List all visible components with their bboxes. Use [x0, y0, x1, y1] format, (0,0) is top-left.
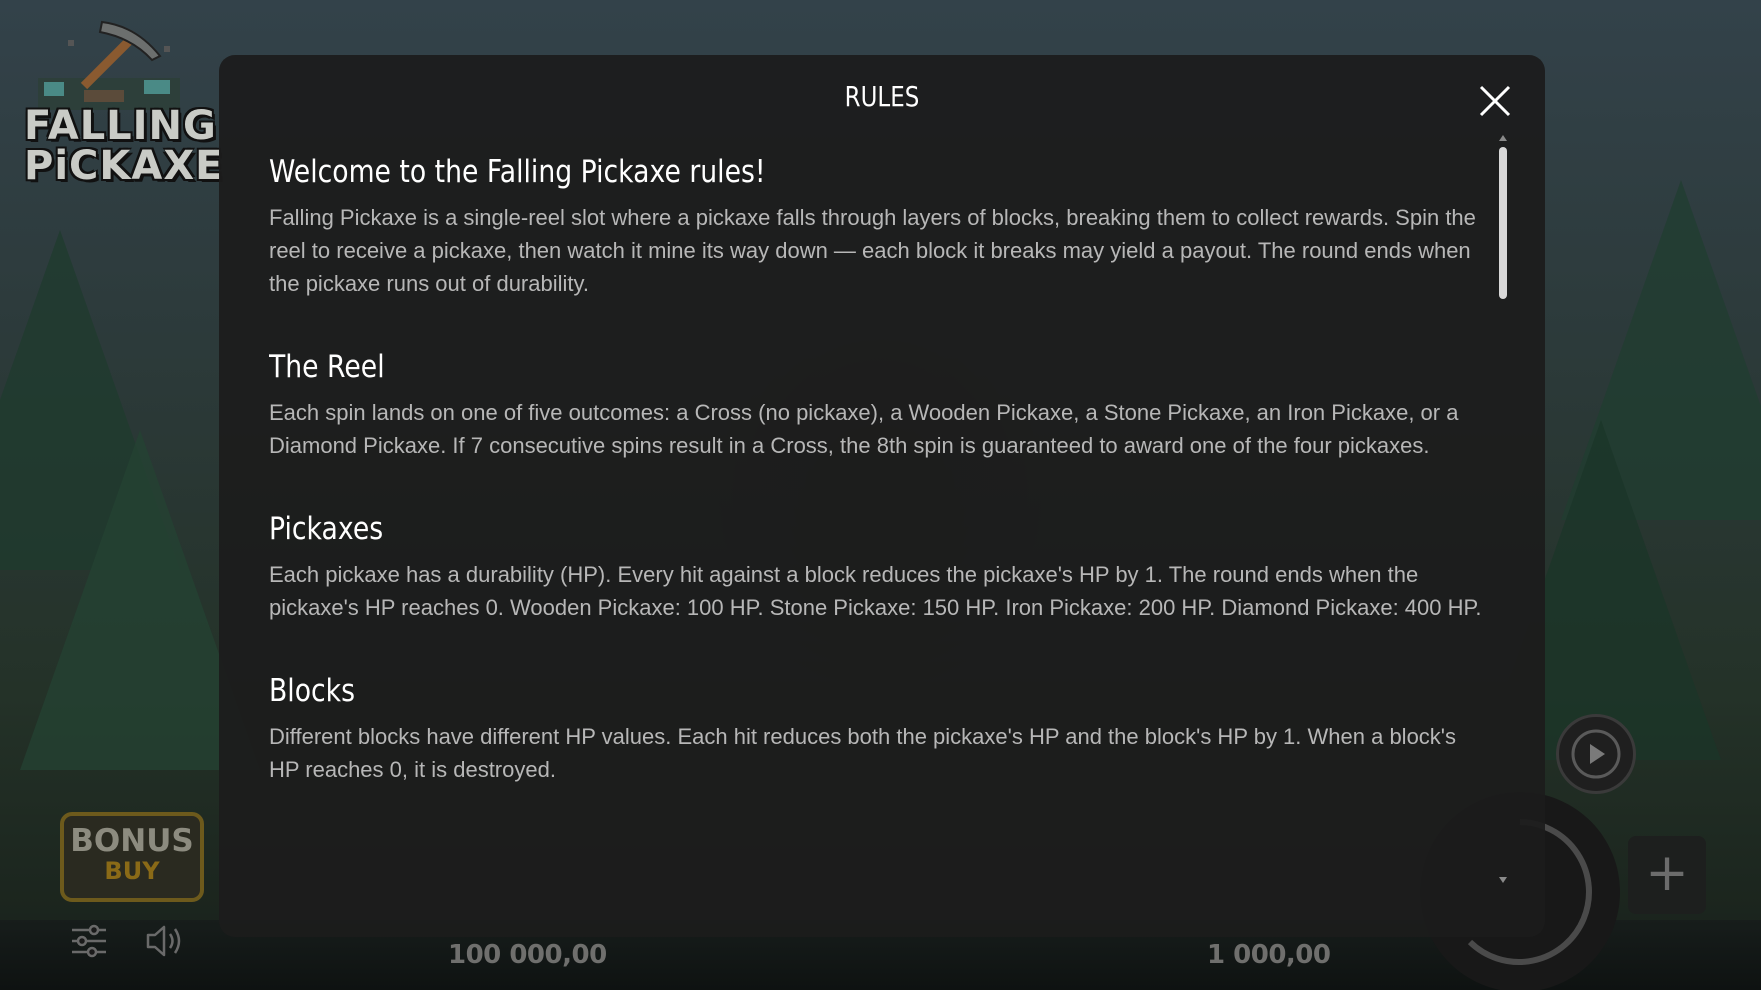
rules-content[interactable]: Welcome to the Falling Pickaxe rules! Fa…	[269, 153, 1491, 923]
section-heading: The Reel	[269, 349, 385, 385]
logo-line-2: PiCKAXE	[24, 143, 224, 189]
section-text: Falling Pickaxe is a single-reel slot wh…	[269, 205, 1476, 296]
rules-modal: RULES Welcome to the Falling Pickaxe rul…	[219, 55, 1545, 937]
logo-line-1: FALLING	[24, 103, 217, 149]
rules-section-reel: The Reel Each spin lands on one of five …	[269, 348, 1491, 462]
bonus-buy-label-1: BONUS	[70, 823, 194, 859]
game-logo: FALLING PiCKAXE	[24, 16, 224, 191]
close-button[interactable]	[1477, 83, 1513, 119]
section-text: Each spin lands on one of five outcomes:…	[269, 400, 1459, 458]
pickaxe-logo-icon	[38, 20, 180, 110]
scrollbar[interactable]	[1499, 135, 1507, 887]
rules-section-pickaxes: Pickaxes Each pickaxe has a durability (…	[269, 510, 1491, 624]
play-icon	[1571, 729, 1621, 779]
section-text: Each pickaxe has a durability (HP). Ever…	[269, 562, 1482, 620]
rules-section-welcome: Welcome to the Falling Pickaxe rules! Fa…	[269, 153, 1491, 300]
scroll-up-icon[interactable]	[1499, 135, 1507, 141]
section-heading: Pickaxes	[269, 511, 384, 547]
sound-button[interactable]	[144, 922, 184, 960]
bonus-buy-button[interactable]: BONUS BUY	[60, 812, 204, 902]
scrollbar-thumb[interactable]	[1499, 147, 1507, 299]
plus-icon: +	[1645, 843, 1689, 903]
modal-title: RULES	[844, 80, 920, 113]
sliders-icon	[72, 924, 106, 958]
close-icon	[1479, 85, 1511, 117]
bet-value: 1 000,00	[1207, 940, 1331, 970]
bonus-buy-label-2: BUY	[104, 857, 160, 885]
settings-button[interactable]	[70, 922, 108, 960]
section-text: Different blocks have different HP value…	[269, 724, 1457, 782]
autoplay-button[interactable]	[1556, 714, 1636, 794]
section-heading: Blocks	[269, 673, 355, 709]
rules-section-blocks: Blocks Different blocks have different H…	[269, 672, 1491, 786]
balance-value: 100 000,00	[448, 940, 607, 970]
scroll-down-icon[interactable]	[1499, 877, 1507, 883]
speaker-icon	[146, 925, 181, 957]
increase-bet-button[interactable]: +	[1628, 836, 1706, 914]
section-heading: Welcome to the Falling Pickaxe rules!	[269, 154, 766, 190]
